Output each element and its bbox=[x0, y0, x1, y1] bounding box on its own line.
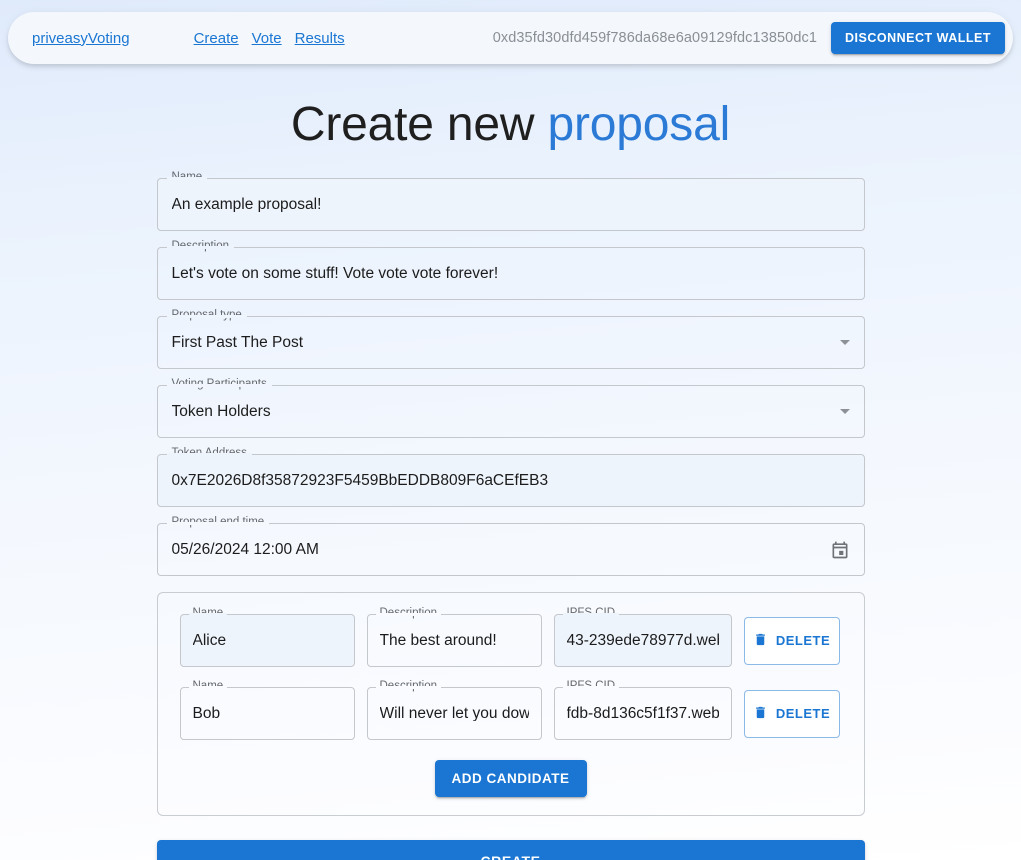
candidate-name-field: Name Bob bbox=[179, 681, 355, 741]
proposal-end-time-value: 05/26/2024 12:00 AM bbox=[171, 541, 319, 558]
description-value: Let's vote on some stuff! Vote vote vote… bbox=[171, 265, 499, 282]
trash-icon bbox=[753, 705, 768, 723]
field-outline-notch bbox=[166, 384, 272, 388]
field-outline-notch bbox=[562, 686, 620, 690]
field-outline-notch bbox=[166, 453, 252, 457]
field-name: Name An example proposal! bbox=[156, 172, 865, 232]
proposal-type-value: First Past The Post bbox=[171, 334, 304, 351]
proposal-end-time-input[interactable]: Proposal end time 05/26/2024 12:00 AM bbox=[156, 517, 865, 577]
name-input[interactable]: Name An example proposal! bbox=[156, 172, 865, 232]
field-outline-notch bbox=[166, 315, 247, 319]
candidate-cid-value: fdb-8d136c5f1f37.webp bbox=[566, 705, 719, 722]
proposal-form: Name An example proposal! Description Le… bbox=[156, 172, 865, 817]
name-value: An example proposal! bbox=[171, 196, 322, 213]
nav-link-vote[interactable]: Vote bbox=[252, 30, 282, 47]
candidate-cid-value: 43-239ede78977d.webp bbox=[566, 632, 719, 649]
candidate-name-input[interactable]: Name Bob bbox=[179, 681, 355, 741]
field-proposal-end-time: Proposal end time 05/26/2024 12:00 AM bbox=[156, 517, 865, 577]
candidate-name-value: Alice bbox=[192, 632, 227, 649]
page-title: Create new proposal bbox=[0, 97, 1021, 152]
candidate-description-value: Will never let you down! bbox=[379, 705, 529, 722]
add-candidate-button[interactable]: ADD CANDIDATE bbox=[434, 760, 587, 798]
candidate-cid-field: IPFS CID fdb-8d136c5f1f37.webp bbox=[553, 681, 732, 741]
candidate-row: Name Bob Description Will never let you … bbox=[179, 681, 842, 741]
candidate-description-field: Description The best around! bbox=[366, 608, 542, 668]
description-input[interactable]: Description Let's vote on some stuff! Vo… bbox=[156, 241, 865, 301]
candidate-description-input[interactable]: Description The best around! bbox=[366, 608, 542, 668]
field-voting-participants: Voting Participants Token Holders bbox=[156, 379, 865, 439]
field-outline-notch bbox=[166, 522, 270, 526]
page-title-accent: proposal bbox=[547, 98, 731, 151]
candidate-row: Name Alice Description The best around! … bbox=[179, 608, 842, 668]
field-outline-notch bbox=[562, 613, 620, 617]
trash-icon bbox=[753, 632, 768, 650]
page-title-lead: Create new bbox=[290, 98, 548, 151]
create-proposal-button[interactable]: CREATE bbox=[156, 840, 865, 860]
candidate-cid-input[interactable]: IPFS CID fdb-8d136c5f1f37.webp bbox=[553, 681, 732, 741]
delete-candidate-button[interactable]: DELETE bbox=[743, 616, 840, 665]
delete-candidate-label: DELETE bbox=[775, 706, 831, 722]
field-outline-notch bbox=[166, 246, 235, 250]
nav-links: Create Vote Results bbox=[194, 30, 345, 47]
candidate-name-input[interactable]: Name Alice bbox=[179, 608, 355, 668]
nav-link-create[interactable]: Create bbox=[194, 30, 239, 47]
candidates-panel: Name Alice Description The best around! … bbox=[156, 592, 865, 817]
field-outline-notch bbox=[188, 613, 228, 617]
wallet-address: 0xd35fd30dfd459f786da68e6a09129fdc13850d… bbox=[492, 30, 817, 46]
token-address-input[interactable]: Token Address 0x7E2026D8f35872923F5459Bb… bbox=[156, 448, 865, 508]
chevron-down-icon[interactable] bbox=[839, 409, 850, 415]
navbar: priveasyVoting Create Vote Results 0xd35… bbox=[8, 12, 1013, 64]
candidate-description-value: The best around! bbox=[379, 632, 497, 649]
field-outline-notch bbox=[375, 686, 442, 690]
delete-candidate-button[interactable]: DELETE bbox=[743, 689, 840, 738]
field-proposal-type: Proposal type First Past The Post bbox=[156, 310, 865, 370]
calendar-icon[interactable] bbox=[830, 540, 850, 560]
brand-logo[interactable]: priveasyVoting bbox=[32, 30, 130, 47]
delete-candidate-label: DELETE bbox=[775, 633, 831, 649]
voting-participants-select[interactable]: Voting Participants Token Holders bbox=[156, 379, 865, 439]
nav-link-results[interactable]: Results bbox=[295, 30, 345, 47]
field-outline-notch bbox=[166, 177, 208, 181]
chevron-down-icon[interactable] bbox=[839, 340, 850, 346]
add-candidate-container: ADD CANDIDATE bbox=[180, 760, 842, 798]
proposal-type-select[interactable]: Proposal type First Past The Post bbox=[156, 310, 865, 370]
token-address-value: 0x7E2026D8f35872923F5459BbEDDB809F6aCEfE… bbox=[171, 472, 549, 489]
field-outline-notch bbox=[375, 613, 442, 617]
candidate-description-input[interactable]: Description Will never let you down! bbox=[366, 681, 542, 741]
field-outline-notch bbox=[188, 686, 228, 690]
field-token-address: Token Address 0x7E2026D8f35872923F5459Bb… bbox=[156, 448, 865, 508]
candidate-description-field: Description Will never let you down! bbox=[366, 681, 542, 741]
voting-participants-value: Token Holders bbox=[171, 403, 271, 420]
field-description: Description Let's vote on some stuff! Vo… bbox=[156, 241, 865, 301]
candidate-cid-field: IPFS CID 43-239ede78977d.webp bbox=[553, 608, 732, 668]
candidate-name-field: Name Alice bbox=[179, 608, 355, 668]
candidate-name-value: Bob bbox=[192, 705, 221, 722]
disconnect-wallet-button[interactable]: DISCONNECT WALLET bbox=[831, 22, 1005, 54]
candidate-cid-input[interactable]: IPFS CID 43-239ede78977d.webp bbox=[553, 608, 732, 668]
